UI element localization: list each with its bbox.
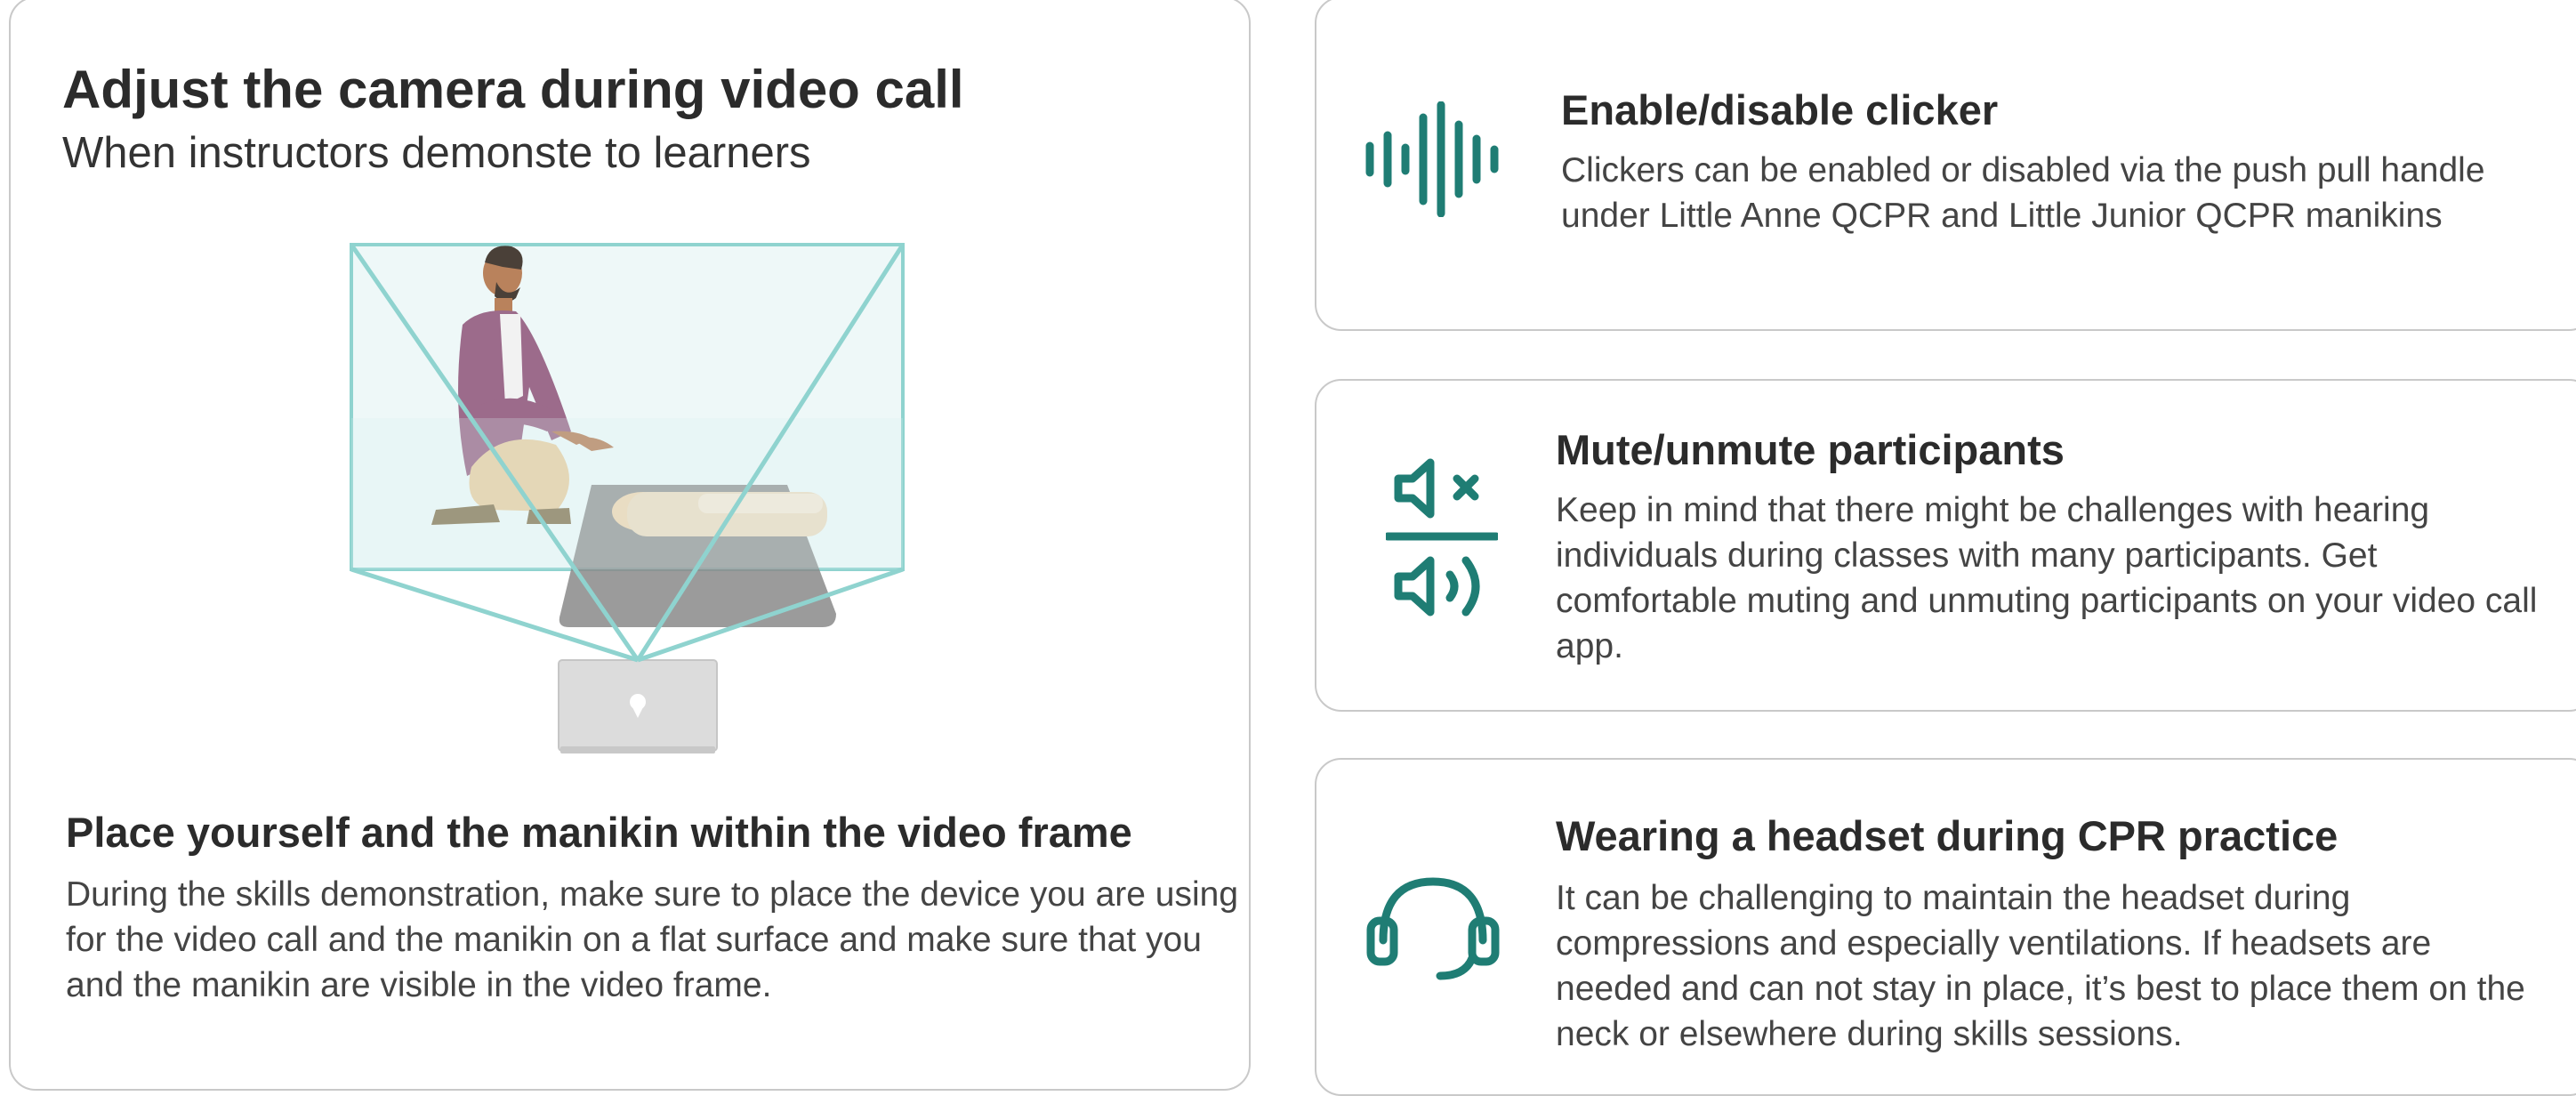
headset-title: Wearing a headset during CPR practice: [1556, 812, 2339, 859]
mute-description: Keep in mind that there might be challen…: [1556, 491, 2538, 665]
headset-icon: [1366, 877, 1500, 980]
section-title: Place yourself and the manikin within th…: [66, 809, 1132, 856]
mute-unmute-icon: [1386, 458, 1498, 616]
headset-description: It can be challenging to maintain the he…: [1556, 879, 2525, 1053]
video-frame-illustration: [349, 243, 906, 754]
page-subtitle: When instructors demonste to learners: [62, 129, 811, 177]
clicker-description: Clickers can be enabled or disabled via …: [1561, 151, 2485, 235]
mute-title: Mute/unmute participants: [1556, 426, 2065, 473]
laptop-icon: [558, 659, 718, 754]
page-title: Adjust the camera during video call: [62, 60, 964, 119]
clicker-title: Enable/disable clicker: [1561, 86, 1999, 133]
section-body: During the skills demonstration, make su…: [66, 875, 1239, 1004]
sound-wave-icon: [1365, 101, 1499, 217]
